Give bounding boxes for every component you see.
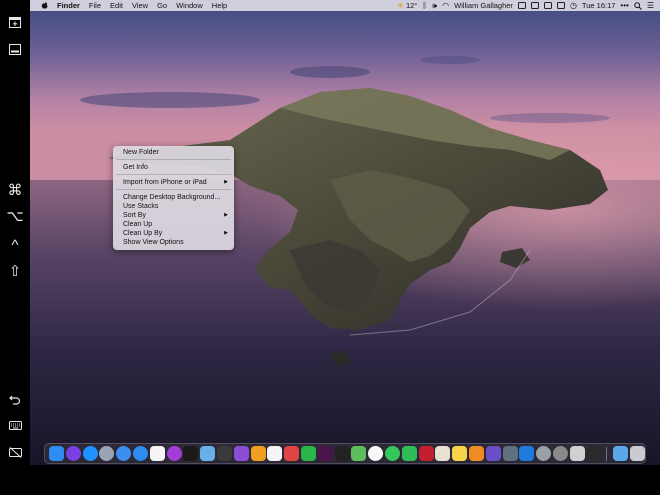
maps-icon[interactable] xyxy=(351,446,367,461)
screen-record-icon[interactable] xyxy=(543,2,552,9)
menu-item-label: Clean Up By xyxy=(123,230,163,237)
dock-toggle-icon xyxy=(9,43,21,55)
screenshot-icon[interactable] xyxy=(217,446,232,461)
menu-item-change-desktop-background[interactable]: Change Desktop Background... xyxy=(123,193,228,202)
reeder-icon[interactable] xyxy=(250,446,266,461)
undo-button[interactable] xyxy=(0,388,30,410)
utility-icon[interactable] xyxy=(502,446,518,461)
menu-separator xyxy=(116,159,231,160)
control-key-button[interactable]: ^ xyxy=(0,234,30,256)
launchpad-icon[interactable] xyxy=(99,446,115,461)
music-icon[interactable] xyxy=(149,446,165,461)
status-menus: ☀ 12° ᛒ 🕪 ◠ William Gallagher ◷ Tue 16:1… xyxy=(392,0,654,11)
user-menu[interactable]: William Gallagher xyxy=(454,1,513,10)
photo-booth-icon[interactable] xyxy=(418,446,434,461)
app-store-icon[interactable] xyxy=(82,446,98,461)
menu-bar: Finder File Edit View Go Window Help ☀ 1… xyxy=(30,0,660,11)
weather-temperature: 12° xyxy=(405,1,418,10)
menu-app-finder[interactable]: Finder xyxy=(57,1,80,10)
slack-icon[interactable] xyxy=(317,446,333,461)
menu-separator xyxy=(116,189,231,190)
facetime-icon[interactable] xyxy=(401,446,417,461)
show-menu-bar-button[interactable] xyxy=(0,11,30,33)
submenu-arrow-icon: ▶ xyxy=(224,212,228,218)
show-dock-button[interactable] xyxy=(0,38,30,60)
volume-icon[interactable]: 🕪 xyxy=(432,1,437,11)
menu-item-label: Import from iPhone or iPad xyxy=(123,179,207,186)
script-editor-icon[interactable] xyxy=(569,446,585,461)
apple-logo-icon[interactable] xyxy=(40,1,50,11)
spotlight-icon[interactable] xyxy=(634,1,642,10)
menu-help[interactable]: Help xyxy=(212,1,227,10)
chrome-icon[interactable] xyxy=(116,446,132,461)
dock-divider xyxy=(606,447,608,461)
system-preferences-icon[interactable] xyxy=(553,446,568,461)
clipboard-icon[interactable] xyxy=(556,2,565,9)
menu-item-show-view-options[interactable]: Show View Options xyxy=(123,238,228,247)
pages-icon[interactable] xyxy=(469,446,484,461)
disconnect-icon xyxy=(8,446,22,458)
menu-item-clean-up-by[interactable]: Clean Up By ▶ xyxy=(123,229,228,238)
menu-item-new-folder[interactable]: New Folder xyxy=(123,148,228,157)
menu-separator xyxy=(116,174,231,175)
preview-icon[interactable] xyxy=(200,446,216,461)
omnifocus-icon[interactable] xyxy=(233,446,249,461)
menu-edit[interactable]: Edit xyxy=(110,1,123,10)
clock[interactable]: Tue 16:17 xyxy=(582,1,616,10)
sidecar-sidebar: ⌘ ⌥ ^ ⇧ xyxy=(0,0,30,495)
menu-view[interactable]: View xyxy=(132,1,148,10)
disconnect-sidecar-button[interactable] xyxy=(0,441,30,463)
disk-utility-icon[interactable] xyxy=(536,446,552,461)
menu-item-clean-up[interactable]: Clean Up xyxy=(123,220,228,229)
show-keyboard-button[interactable] xyxy=(0,414,30,436)
affinity-icon[interactable] xyxy=(485,446,501,461)
final-cut-icon[interactable] xyxy=(334,446,350,461)
activity-monitor-icon[interactable] xyxy=(586,446,602,461)
desktop-context-menu: New Folder Get Info Import from iPhone o… xyxy=(113,146,234,250)
scrivener-icon[interactable] xyxy=(435,446,451,461)
safari-icon[interactable] xyxy=(133,446,148,461)
keynote-icon[interactable] xyxy=(519,446,535,461)
weather-menu-extra[interactable]: ☀ 12° xyxy=(397,1,418,10)
messages-icon[interactable] xyxy=(385,446,400,461)
menu-item-use-stacks[interactable]: Use Stacks xyxy=(123,202,228,211)
menu-file[interactable]: File xyxy=(89,1,101,10)
apple-tv-icon[interactable] xyxy=(183,446,199,461)
podcasts-icon[interactable] xyxy=(166,446,182,461)
notes-icon[interactable] xyxy=(452,446,468,461)
bluetooth-icon[interactable]: ᛒ xyxy=(422,1,427,10)
bottom-bar xyxy=(30,465,660,495)
menu-extras-icon[interactable]: ••• xyxy=(620,1,628,10)
sun-icon: ☀ xyxy=(396,1,404,10)
photos-icon[interactable] xyxy=(368,446,384,461)
sidecar-display-icon[interactable] xyxy=(530,2,539,9)
notification-center-icon[interactable]: ☰ xyxy=(647,1,654,10)
downloads-folder-icon[interactable] xyxy=(613,446,629,461)
siri-icon[interactable] xyxy=(65,446,81,461)
fantastical-icon[interactable] xyxy=(284,446,300,461)
menu-item-sort-by[interactable]: Sort By ▶ xyxy=(123,211,228,220)
wifi-icon[interactable]: ◠ xyxy=(442,1,449,10)
menu-item-import-from-iphone[interactable]: Import from iPhone or iPad ▶ xyxy=(123,178,228,187)
trash-icon[interactable] xyxy=(630,446,646,461)
dropbox-icon[interactable] xyxy=(517,2,526,9)
keyboard-icon xyxy=(8,420,22,430)
command-key-button[interactable]: ⌘ xyxy=(0,179,30,201)
dock xyxy=(44,443,646,464)
undo-icon xyxy=(9,395,21,405)
option-key-button[interactable]: ⌥ xyxy=(0,205,30,227)
submenu-arrow-icon: ▶ xyxy=(224,230,228,236)
numbers-icon[interactable] xyxy=(301,446,316,461)
calendar-icon[interactable] xyxy=(267,446,283,461)
menu-window[interactable]: Window xyxy=(176,1,203,10)
mac-desktop[interactable]: Finder File Edit View Go Window Help ☀ 1… xyxy=(30,0,660,465)
finder-icon[interactable] xyxy=(49,446,64,461)
menu-bar-toggle-icon xyxy=(9,16,21,28)
menu-item-get-info[interactable]: Get Info xyxy=(123,163,228,172)
menu-go[interactable]: Go xyxy=(157,1,167,10)
shift-key-button[interactable]: ⇧ xyxy=(0,260,30,282)
menu-item-label: Sort By xyxy=(123,212,146,219)
submenu-arrow-icon: ▶ xyxy=(224,179,228,185)
time-machine-icon[interactable]: ◷ xyxy=(570,1,577,10)
